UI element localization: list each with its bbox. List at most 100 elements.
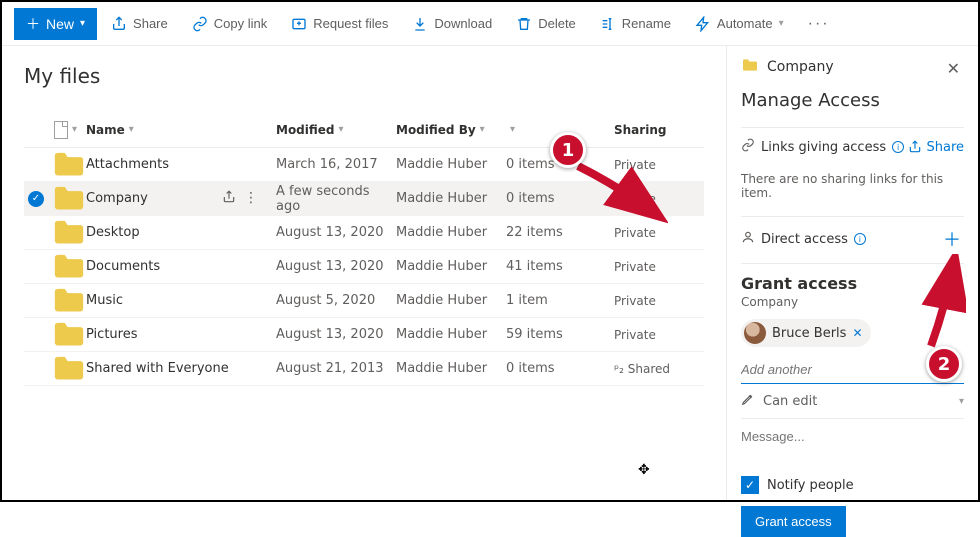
chevron-down-icon: ▾ [129, 124, 134, 135]
manage-access-panel: Company ✕ Manage Access Links giving acc… [726, 46, 978, 500]
row-sharing: ᵖ₂ Shared [614, 362, 694, 376]
info-icon[interactable]: i [854, 233, 866, 245]
folder-icon [52, 354, 86, 382]
row-name[interactable]: Attachments [86, 157, 276, 172]
links-giving-access-section: Links giving access i Share [741, 127, 964, 166]
row-size: 59 items [506, 327, 614, 342]
row-modified-by: Maddie Huber [396, 225, 506, 240]
close-grant-panel-button[interactable]: ✕ [940, 274, 964, 293]
no-links-text: There are no sharing links for this item… [741, 166, 964, 216]
row-modified: August 21, 2013 [276, 361, 396, 376]
table-row[interactable]: Shared with EveryoneAugust 21, 2013Maddi… [24, 352, 704, 386]
close-icon: ✕ [946, 275, 958, 291]
download-button[interactable]: Download [402, 8, 502, 40]
automate-label: Automate [717, 16, 773, 31]
grant-button-label: Grant access [755, 514, 832, 529]
chevron-down-icon: ▾ [72, 124, 77, 135]
annotation-number: 2 [938, 354, 951, 375]
notify-people-checkbox[interactable]: ✓ Notify people [741, 476, 964, 494]
row-modified-by: Maddie Huber [396, 293, 506, 308]
folder-icon [52, 150, 86, 178]
download-label: Download [434, 16, 492, 31]
share-label: Share [133, 16, 168, 31]
add-direct-access-button[interactable]: ＋ [940, 227, 964, 251]
row-modified: A few seconds ago [276, 184, 396, 214]
file-type-column[interactable]: ▾ [52, 121, 86, 139]
copy-link-button[interactable]: Copy link [182, 8, 277, 40]
delete-label: Delete [538, 16, 576, 31]
row-name[interactable]: Documents [86, 259, 276, 274]
folder-icon [52, 320, 86, 348]
table-row[interactable]: DesktopAugust 13, 2020Maddie Huber22 ite… [24, 216, 704, 250]
row-name[interactable]: Company⋮ [86, 190, 276, 208]
name-column[interactable]: Name▾ [86, 123, 276, 137]
folder-icon [52, 184, 86, 212]
row-sharing: Private [614, 192, 694, 206]
notify-label: Notify people [767, 478, 854, 493]
share-icon [111, 16, 127, 32]
person-icon [741, 230, 755, 248]
grant-access-heading: Grant access [741, 274, 964, 293]
new-button-label: New [46, 16, 74, 32]
avatar [744, 322, 766, 344]
modified-column[interactable]: Modified▾ [276, 123, 396, 137]
plus-icon: ＋ [943, 226, 961, 252]
person-pill[interactable]: Bruce Berls ✕ [741, 319, 871, 347]
sharing-column[interactable]: Sharing [614, 123, 694, 137]
request-files-icon [291, 16, 307, 32]
modified-by-column[interactable]: Modified By▾ [396, 123, 506, 137]
table-row[interactable]: DocumentsAugust 13, 2020Maddie Huber41 i… [24, 250, 704, 284]
more-icon[interactable]: ⋮ [244, 190, 258, 208]
chevron-down-icon: ▾ [339, 124, 344, 135]
links-section-label: Links giving access [761, 140, 886, 155]
remove-person-icon[interactable]: ✕ [852, 326, 862, 340]
row-sharing: Private [614, 294, 694, 308]
folder-icon [52, 252, 86, 280]
share-link[interactable]: Share [908, 140, 964, 155]
table-row[interactable]: MusicAugust 5, 2020Maddie Huber1 itemPri… [24, 284, 704, 318]
rename-label: Rename [622, 16, 671, 31]
panel-title: Manage Access [741, 90, 964, 111]
link-icon [741, 138, 755, 156]
table-row[interactable]: PicturesAugust 13, 2020Maddie Huber59 it… [24, 318, 704, 352]
rename-button[interactable]: Rename [590, 8, 681, 40]
grid-header: ▾ Name▾ Modified▾ Modified By▾ ▾ Sharing [24, 112, 704, 148]
annotation-number: 1 [562, 140, 575, 161]
row-size: 41 items [506, 259, 614, 274]
row-name[interactable]: Pictures [86, 327, 276, 342]
table-row[interactable]: ✓ Company⋮A few seconds agoMaddie Huber0 … [24, 182, 704, 216]
automate-button[interactable]: Automate ▾ [685, 8, 794, 40]
row-modified-by: Maddie Huber [396, 157, 506, 172]
row-size: 0 items [506, 361, 614, 376]
selected-check-icon: ✓ [28, 191, 44, 207]
request-files-button[interactable]: Request files [281, 8, 398, 40]
close-panel-button[interactable]: ✕ [941, 58, 966, 80]
grant-access-button[interactable]: Grant access [741, 506, 846, 537]
ellipsis-icon: ··· [808, 15, 830, 33]
row-sharing: Private [614, 226, 694, 240]
chevron-down-icon: ▾ [779, 18, 784, 29]
row-sharing: Private [614, 328, 694, 342]
row-name[interactable]: Music [86, 293, 276, 308]
chevron-down-icon: ▾ [80, 18, 85, 29]
grant-access-panel: ✕ Grant access Company Bruce Berls ✕ Can… [741, 263, 964, 537]
message-input[interactable] [741, 419, 964, 468]
new-button[interactable]: ＋ New ▾ [14, 8, 97, 40]
grant-access-subhead: Company [741, 295, 964, 309]
share-button[interactable]: Share [101, 8, 178, 40]
share-icon[interactable] [222, 190, 236, 208]
row-modified-by: Maddie Huber [396, 191, 506, 206]
chevron-down-icon: ▾ [510, 124, 515, 135]
row-size: 0 items [506, 191, 614, 206]
permission-selector[interactable]: Can edit ▾ [741, 384, 964, 419]
row-name[interactable]: Desktop [86, 225, 276, 240]
delete-button[interactable]: Delete [506, 8, 586, 40]
more-button[interactable]: ··· [798, 8, 840, 40]
file-grid: ▾ Name▾ Modified▾ Modified By▾ ▾ Sharing… [24, 112, 704, 386]
row-name[interactable]: Shared with Everyone [86, 361, 276, 376]
chevron-down-icon: ▾ [959, 396, 964, 407]
table-row[interactable]: AttachmentsMarch 16, 2017Maddie Huber0 i… [24, 148, 704, 182]
row-size: 22 items [506, 225, 614, 240]
person-name: Bruce Berls [772, 326, 846, 341]
info-icon[interactable]: i [892, 141, 904, 153]
